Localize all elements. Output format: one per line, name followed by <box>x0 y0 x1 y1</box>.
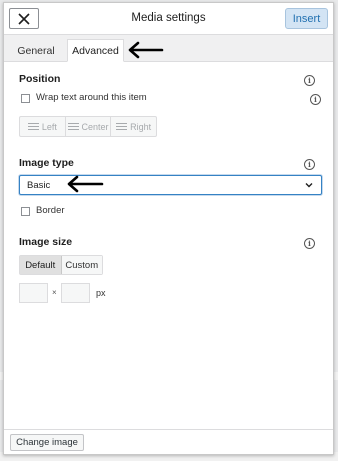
align-center-button[interactable]: Center <box>66 117 112 136</box>
image-type-heading: Image type <box>19 157 74 169</box>
change-image-button[interactable]: Change image <box>10 434 84 451</box>
annotation-arrow-icon <box>128 41 164 59</box>
image-size-heading: Image size <box>19 236 73 248</box>
tab-advanced[interactable]: Advanced <box>67 39 124 62</box>
media-settings-dialog: Media settings Insert General Advanced P… <box>3 2 334 455</box>
border-label: Border <box>36 205 65 216</box>
dialog-footer: Change image <box>4 429 333 454</box>
unit-label: px <box>96 288 106 298</box>
width-input[interactable] <box>19 283 48 303</box>
height-input[interactable] <box>61 283 90 303</box>
chevron-down-icon <box>305 183 313 188</box>
align-right-label: Right <box>130 121 152 132</box>
align-center-label: Center <box>81 121 109 132</box>
tab-bar: General Advanced <box>4 35 333 62</box>
info-icon[interactable]: i <box>304 159 315 170</box>
dialog-header: Media settings Insert <box>4 3 333 35</box>
position-heading: Position <box>19 73 61 85</box>
align-center-icon <box>67 123 79 130</box>
image-type-value: Basic <box>27 180 51 191</box>
times-separator: × <box>52 288 57 297</box>
align-left-icon <box>27 123 39 130</box>
dialog-title: Media settings <box>131 12 206 24</box>
border-checkbox[interactable] <box>21 207 30 216</box>
align-right-icon <box>116 123 128 130</box>
alignment-group: Left Center Right <box>19 116 157 137</box>
align-left-label: Left <box>41 121 57 132</box>
wrap-text-checkbox[interactable] <box>21 94 30 103</box>
info-icon[interactable]: i <box>304 238 315 249</box>
align-left-button[interactable]: Left <box>20 117 66 136</box>
insert-button[interactable]: Insert <box>285 8 328 29</box>
size-default-button[interactable]: Default <box>20 256 62 274</box>
wrap-text-label: Wrap text around this item <box>36 92 147 103</box>
tab-general[interactable]: General <box>12 39 60 62</box>
size-custom-button[interactable]: Custom <box>61 256 102 274</box>
align-right-button[interactable]: Right <box>111 117 156 136</box>
info-icon[interactable]: i <box>310 94 321 105</box>
image-size-toggle: Default Custom <box>19 255 103 275</box>
annotation-arrow-icon <box>67 175 104 193</box>
info-icon[interactable]: i <box>304 75 315 86</box>
